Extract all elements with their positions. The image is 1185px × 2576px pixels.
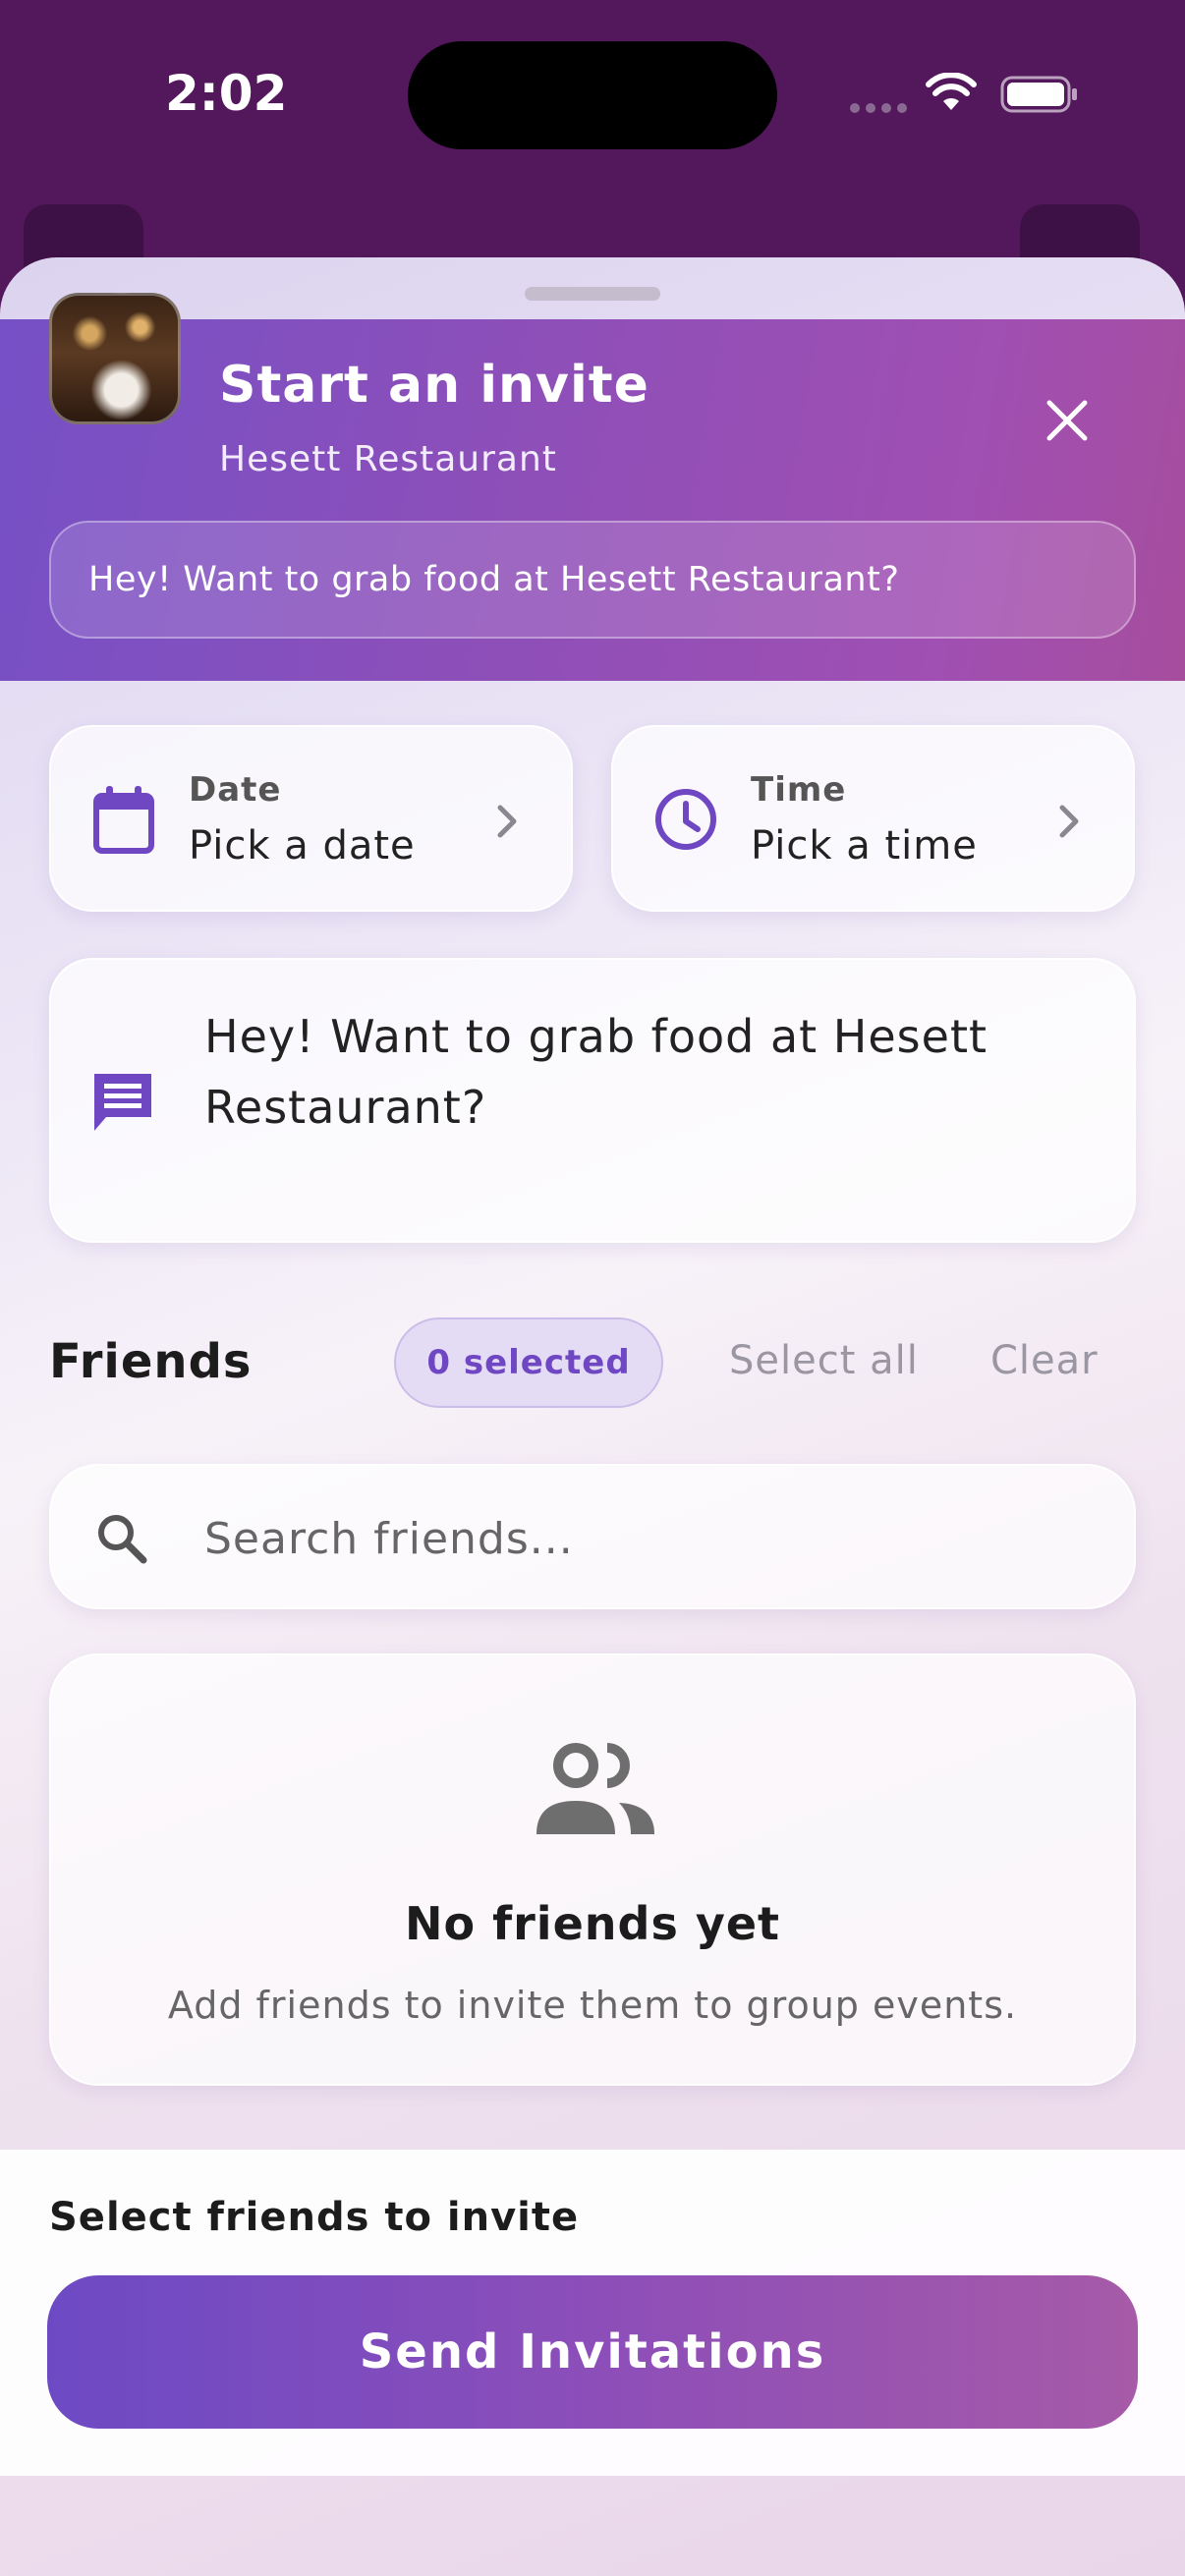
message-preview: Hey! Want to grab food at Hesett Restaur…: [49, 521, 1136, 639]
signal-icon: [850, 103, 907, 113]
time-label: Time: [751, 770, 847, 810]
battery-icon: [1000, 76, 1077, 113]
chevron-right-icon: [497, 805, 517, 838]
sheet-footer: Select friends to invite Send Invitation…: [0, 2150, 1185, 2476]
dynamic-island: [408, 41, 777, 149]
search-input[interactable]: [204, 1495, 1089, 1582]
message-field[interactable]: Hey! Want to grab food at Hesett Restaur…: [49, 958, 1136, 1243]
search-icon: [98, 1515, 147, 1564]
chevron-right-icon: [1059, 805, 1079, 838]
empty-title: No friends yet: [404, 1897, 781, 1950]
time-picker-button[interactable]: Time Pick a time: [611, 725, 1135, 912]
wifi-icon: [926, 73, 977, 110]
send-invitations-button[interactable]: Send Invitations: [47, 2275, 1138, 2429]
message-text: Hey! Want to grab food at Hesett Restaur…: [204, 1010, 988, 1134]
venue-name: Hesett Restaurant: [219, 439, 557, 479]
status-bar: 2:02: [0, 0, 1185, 312]
date-picker-button[interactable]: Date Pick a date: [49, 725, 573, 912]
selected-count-badge: 0 selected: [394, 1317, 663, 1408]
close-icon[interactable]: [1032, 391, 1102, 450]
sheet-drag-handle[interactable]: [525, 287, 660, 301]
status-time: 2:02: [165, 65, 288, 122]
message-icon: [94, 1074, 151, 1131]
clock-icon: [655, 789, 716, 850]
date-label: Date: [189, 770, 282, 810]
empty-subtitle: Add friends to invite them to group even…: [167, 1984, 1018, 2027]
friends-heading: Friends: [49, 1334, 253, 1389]
footer-hint: Select friends to invite: [49, 2195, 580, 2240]
time-value: Pick a time: [751, 823, 978, 868]
search-bar: [49, 1464, 1136, 1609]
page-title: Start an invite: [219, 356, 649, 415]
people-icon: [536, 1743, 654, 1834]
clear-button[interactable]: Clear: [990, 1338, 1099, 1383]
calendar-icon: [93, 786, 154, 854]
date-value: Pick a date: [189, 823, 416, 868]
select-all-button[interactable]: Select all: [729, 1338, 919, 1383]
venue-thumbnail: [49, 293, 181, 424]
friends-empty-state: No friends yet Add friends to invite the…: [49, 1653, 1136, 2086]
